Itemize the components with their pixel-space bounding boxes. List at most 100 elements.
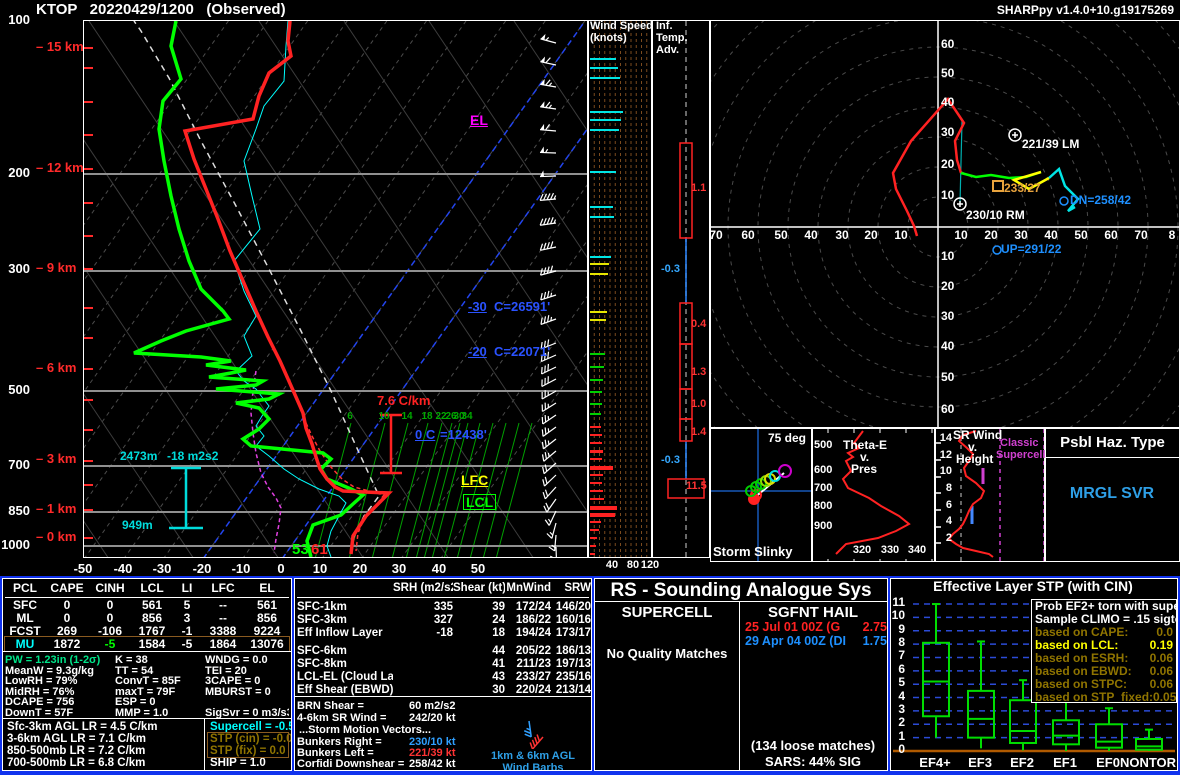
lcl-label: LCL <box>463 494 496 510</box>
windspeed-title-2: (knots) <box>590 33 627 44</box>
srwind-y-4: 4 <box>946 516 952 527</box>
sars-loose-matches: (134 loose matches) <box>751 739 875 752</box>
stp-y-11: 11 <box>892 596 905 608</box>
sars-hail-match-1[interactable]: 25 Jul 01 00Z (G2.75 <box>745 621 887 634</box>
hodo-r-10: 10 <box>954 229 967 241</box>
thetae-x-340: 340 <box>908 545 926 556</box>
mean-wind-label: 233/27 <box>1004 182 1041 194</box>
adv-value-2: -0.3 <box>661 264 680 275</box>
pressure-300: 300 <box>8 262 30 275</box>
parcel-row-fcst[interactable]: FCST269-1061767-133889224 <box>5 624 289 638</box>
sfc-dewpoint-f: 53 <box>292 542 309 557</box>
temp-tick-30: 30 <box>392 562 406 575</box>
temp-advection-inset[interactable] <box>652 20 710 558</box>
windspeed-axis-80: 80 <box>627 560 639 571</box>
parcel-row-sfc[interactable]: SFC005615--561 <box>5 598 289 612</box>
sars-hail-match-2[interactable]: 29 Apr 04 00Z (DI1.75 <box>745 635 887 648</box>
wind-speed-inset[interactable] <box>588 20 652 558</box>
shear-row-5: SFC-8km41211/23197/13 <box>297 658 589 670</box>
haz-value: MRGL SVR <box>1070 486 1154 502</box>
srwind-classic-2: Supercell <box>996 450 1046 461</box>
stp-y-8: 8 <box>898 636 905 648</box>
temp-tick--10: -10 <box>232 562 251 575</box>
skewt-plot[interactable] <box>83 20 588 558</box>
shear-row-6: LCL-EL (Cloud Layer)43233/27235/16 <box>297 671 589 683</box>
minus30-height: C=26591' <box>494 300 550 313</box>
height-0km: – 0 km <box>36 530 76 543</box>
height-15km: – 15 km <box>36 40 84 53</box>
height-6km: – 6 km <box>36 361 76 374</box>
composite-index-4: SHIP = 1.0 <box>210 758 266 770</box>
srwind-title-1: SR Wind <box>953 429 1002 441</box>
sars-col-hail: SGFNT HAIL <box>768 605 858 620</box>
hodo-v-40: 40 <box>941 96 954 108</box>
hodo-r-60: 60 <box>1104 229 1117 241</box>
hodo-r-50: 50 <box>1074 229 1087 241</box>
critical-angle: 75 deg <box>768 432 806 444</box>
sfc-temp-f: 61 <box>311 542 328 557</box>
hodo-r-40: 40 <box>1044 229 1057 241</box>
lapse-rate-3: 850-500mb LR = 7.2 C/km <box>7 746 145 758</box>
sars-title: RS - Sounding Analogue Sys <box>610 581 871 600</box>
srwind-y-8: 8 <box>946 483 952 494</box>
height-12km: – 12 km <box>36 161 84 174</box>
adv-value-6: 1.4 <box>691 427 706 438</box>
temp-tick-0: 0 <box>277 562 284 575</box>
barb-caption-2: Wind Barbs <box>502 763 563 771</box>
hodo-v-20: 20 <box>941 158 954 170</box>
thetae-y-700: 700 <box>814 483 832 494</box>
stp-y-4: 4 <box>898 690 905 702</box>
stp-box-ef0 <box>1096 708 1122 751</box>
stp-y-1: 1 <box>898 730 905 742</box>
stp-cat-ef1: EF1 <box>1053 756 1077 769</box>
hodo-v-30: 30 <box>941 126 954 138</box>
dewpoint-trace <box>134 21 363 557</box>
pressure-850: 850 <box>8 504 30 517</box>
left-mover-marker <box>1009 129 1021 141</box>
zeroC-label: 0 C <box>415 428 435 441</box>
pressure-200: 200 <box>8 166 30 179</box>
shear-row-3: Eff Inflow Layer-1818194/24173/17 <box>297 627 589 639</box>
thetae-title-3: Pres <box>851 463 877 475</box>
hodo-l-30: 30 <box>835 229 848 241</box>
stp-cat-ef2: EF2 <box>1010 756 1034 769</box>
mix-14: 14 <box>401 412 412 422</box>
height-1km: – 1 km <box>36 502 76 515</box>
storm-motion-title: ...Storm Motion Vectors... <box>299 725 431 736</box>
temp-tick-40: 40 <box>432 562 446 575</box>
stp-y-6: 6 <box>898 663 905 675</box>
lapse-rate-1: Sfc-3km AGL LR = 4.5 C/km <box>7 722 158 734</box>
mean-wind-marker <box>993 181 1003 191</box>
parcel-row-ml[interactable]: ML008563--856 <box>5 611 289 625</box>
minus20-height: C=22071' <box>494 345 550 358</box>
agl-wind-barbs-icon <box>491 703 581 749</box>
effective-top: 2473m <box>120 450 157 462</box>
stp-cat-ef3: EF3 <box>968 756 992 769</box>
lapse-rate-2: 3-6km AGL LR = 7.1 C/km <box>7 734 146 746</box>
srwind-title-3: Height <box>956 453 993 465</box>
height-9km: – 9 km <box>36 261 76 274</box>
parcel-row-mu[interactable]: MU1872-51584-5186413076 <box>5 637 289 651</box>
effective-srh: -18 m2s2 <box>167 450 218 462</box>
stp-probability-legend: Prob EF2+ torn with supercellSample CLIM… <box>1031 599 1177 703</box>
hodograph[interactable] <box>710 20 1180 428</box>
hodo-vb-20: 20 <box>941 280 954 292</box>
shear-row-2: SFC-3km32724186/22160/16 <box>297 614 589 626</box>
el-label: EL <box>470 113 488 127</box>
pressure-100: 100 <box>8 13 30 26</box>
corfidi-upshear-marker <box>993 246 1001 254</box>
temp-tick--20: -20 <box>193 562 212 575</box>
stp-y-9: 9 <box>898 623 905 635</box>
stp-y-5: 5 <box>898 676 905 688</box>
hodo-l-10: 10 <box>894 229 907 241</box>
windspeed-axis-40: 40 <box>606 560 618 571</box>
srwind-y-10: 10 <box>940 466 952 477</box>
hodo-vb-10: 10 <box>941 250 954 262</box>
stp-box-nontor <box>1136 730 1162 751</box>
pressure-700: 700 <box>8 458 30 471</box>
temp-tick--40: -40 <box>114 562 133 575</box>
sars-col-supercell: SUPERCELL <box>622 605 713 620</box>
hodo-v-50: 50 <box>941 67 954 79</box>
storm-slinky-inset[interactable] <box>710 428 812 562</box>
srwind-y-12: 12 <box>940 450 952 461</box>
